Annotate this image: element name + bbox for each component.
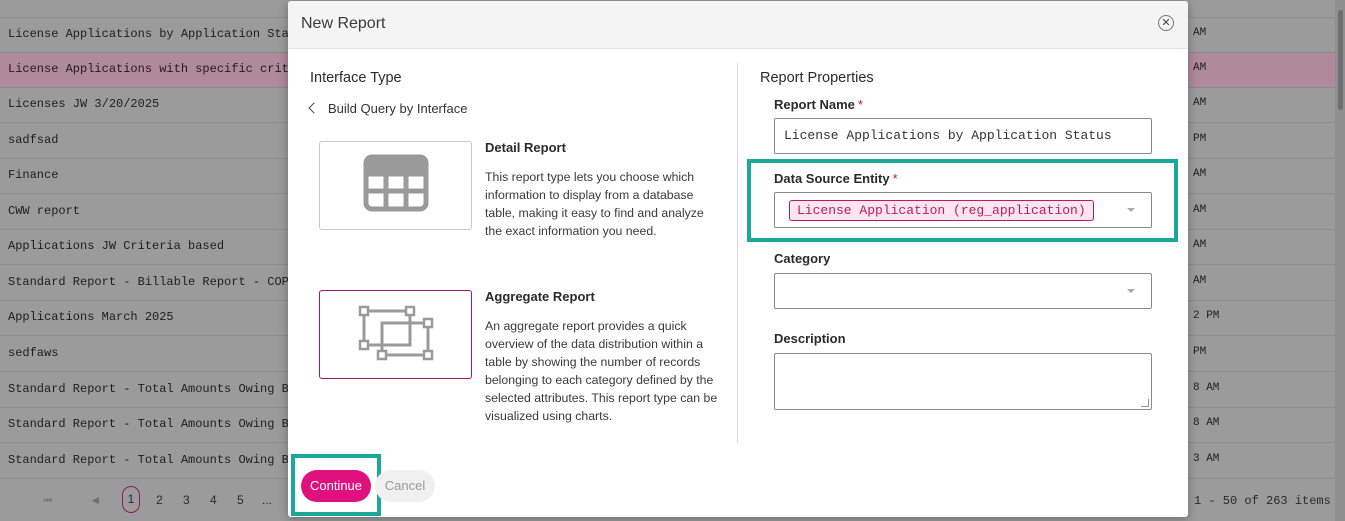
report-name: Licenses JW 3/20/2025: [8, 97, 160, 111]
report-name: Standard Report - Total Amounts Owing By…: [8, 417, 325, 431]
report-name: License Applications with specific crite…: [8, 62, 318, 76]
report-time: 3 AM: [1193, 453, 1220, 465]
data-source-highlight: [747, 159, 1178, 242]
report-time: 8 AM: [1193, 382, 1220, 394]
report-time: AM: [1193, 62, 1207, 74]
report-time: 8 AM: [1193, 417, 1220, 429]
report-name: Applications March 2025: [8, 310, 174, 324]
category-label: Category: [774, 251, 831, 266]
chevron-left-icon: [308, 102, 320, 114]
aggregate-report-description: An aggregate report provides a quick ove…: [485, 319, 718, 423]
pagination-info: 1 - 50 of 263 items: [1194, 494, 1331, 508]
aggregate-report-title: Aggregate Report: [485, 289, 595, 304]
report-name: Finance: [8, 168, 59, 182]
page-link[interactable]: 3: [183, 493, 190, 507]
report-name-input[interactable]: License Applications by Application Stat…: [774, 118, 1152, 154]
aggregate-report-card[interactable]: [319, 290, 472, 379]
column-divider: [737, 63, 738, 443]
new-report-dialog: New Report ✕ Interface Type Build Query …: [288, 1, 1188, 517]
page-current[interactable]: 1: [122, 486, 140, 513]
report-time: AM: [1193, 239, 1207, 251]
dialog-header: New Report ✕: [288, 1, 1188, 49]
report-name-label-text: Report Name: [774, 97, 855, 112]
required-marker: *: [857, 97, 863, 112]
report-time: AM: [1193, 168, 1207, 180]
report-time: 2 PM: [1193, 310, 1220, 322]
scrollbar-thumb[interactable]: [1338, 10, 1343, 110]
back-link-label: Build Query by Interface: [328, 101, 468, 116]
resize-handle-icon[interactable]: [1141, 399, 1149, 407]
detail-report-title: Detail Report: [485, 140, 566, 155]
aggregate-shapes-icon: [358, 305, 434, 361]
table-grid-icon: [363, 154, 429, 212]
report-name: Standard Report - Billable Report - COPY: [8, 275, 297, 289]
first-page-icon[interactable]: ⏮: [44, 495, 52, 506]
report-time: AM: [1193, 204, 1207, 216]
prev-page-icon[interactable]: ◀: [92, 495, 99, 506]
build-query-back-link[interactable]: Build Query by Interface: [308, 101, 468, 116]
report-name: CWW report: [8, 204, 81, 218]
report-name: Standard Report - Total Amounts Owing By…: [8, 453, 325, 467]
page-link[interactable]: 5: [237, 493, 244, 507]
detail-report-card[interactable]: [319, 141, 472, 230]
page-ellipsis[interactable]: ...: [262, 493, 272, 507]
report-name: sadfsad: [8, 133, 59, 147]
interface-type-heading: Interface Type: [310, 70, 402, 86]
report-name-label: Report Name *: [774, 97, 863, 112]
page-link[interactable]: 4: [210, 493, 217, 507]
report-time: AM: [1193, 275, 1207, 287]
dialog-title: New Report: [301, 15, 386, 32]
report-name: Standard Report - Total Amounts Owing By…: [8, 382, 325, 396]
description-textarea[interactable]: [774, 353, 1152, 410]
description-label: Description: [774, 331, 846, 346]
chevron-down-icon: [1127, 289, 1135, 293]
report-name: License Applications by Application Stat…: [8, 27, 311, 41]
continue-button[interactable]: Continue: [301, 470, 371, 502]
cancel-button[interactable]: Cancel: [375, 470, 435, 502]
report-time: AM: [1193, 27, 1207, 39]
report-properties-heading: Report Properties: [760, 70, 874, 86]
report-time: PM: [1193, 133, 1207, 145]
report-name: sedfaws: [8, 346, 59, 360]
report-name: Applications JW Criteria based: [8, 239, 225, 253]
close-icon[interactable]: ✕: [1158, 15, 1174, 31]
report-time: AM: [1193, 97, 1207, 109]
category-select[interactable]: [774, 273, 1152, 309]
report-time: PM: [1193, 346, 1207, 358]
detail-report-description: This report type lets you choose which i…: [485, 170, 704, 238]
page-link[interactable]: 2: [156, 493, 163, 507]
